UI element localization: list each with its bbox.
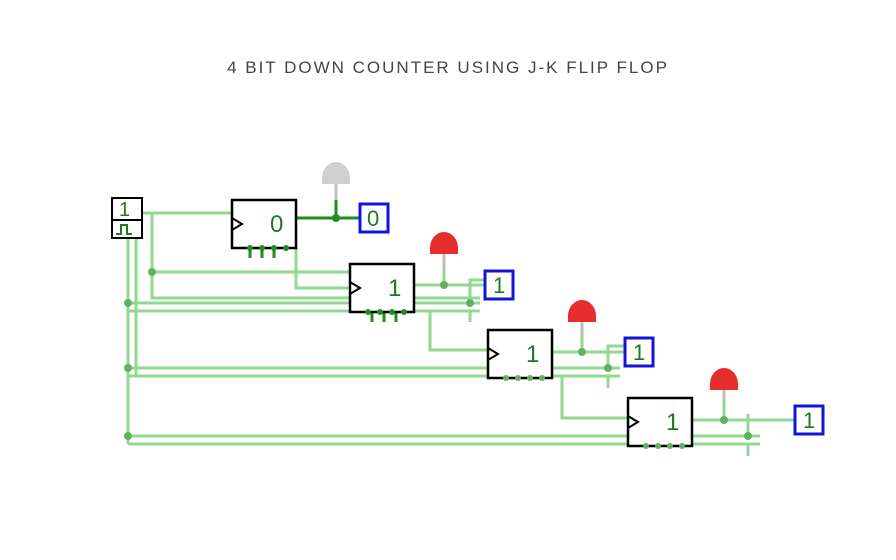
flipflop-0[interactable]: 0 (232, 200, 296, 251)
led-3 (710, 368, 738, 400)
flipflop-3-q: 1 (666, 409, 679, 436)
probe-3[interactable]: 1 (795, 406, 823, 434)
probe-0[interactable]: 0 (360, 204, 388, 232)
flipflop-2-q: 1 (526, 341, 539, 368)
svg-text:1: 1 (493, 273, 505, 298)
input-value: 1 (119, 199, 130, 221)
circuit-canvas: 1 0 0 1 1 1 (0, 0, 896, 560)
flipflop-1[interactable]: 1 (350, 264, 414, 315)
svg-text:0: 0 (367, 206, 379, 231)
input-block[interactable]: 1 (112, 198, 142, 238)
svg-text:1: 1 (633, 340, 645, 365)
wire (296, 248, 350, 288)
svg-text:1: 1 (803, 408, 815, 433)
flipflop-3[interactable]: 1 (628, 398, 692, 449)
wire (562, 376, 628, 418)
probe-2[interactable]: 1 (625, 338, 653, 366)
led-0 (322, 162, 350, 200)
wire (430, 310, 488, 350)
flipflop-0-q: 0 (270, 211, 283, 238)
flipflop-1-q: 1 (388, 275, 401, 302)
flipflop-2[interactable]: 1 (488, 330, 552, 381)
led-1 (430, 232, 458, 265)
probe-1[interactable]: 1 (485, 271, 513, 299)
led-2 (568, 300, 596, 332)
